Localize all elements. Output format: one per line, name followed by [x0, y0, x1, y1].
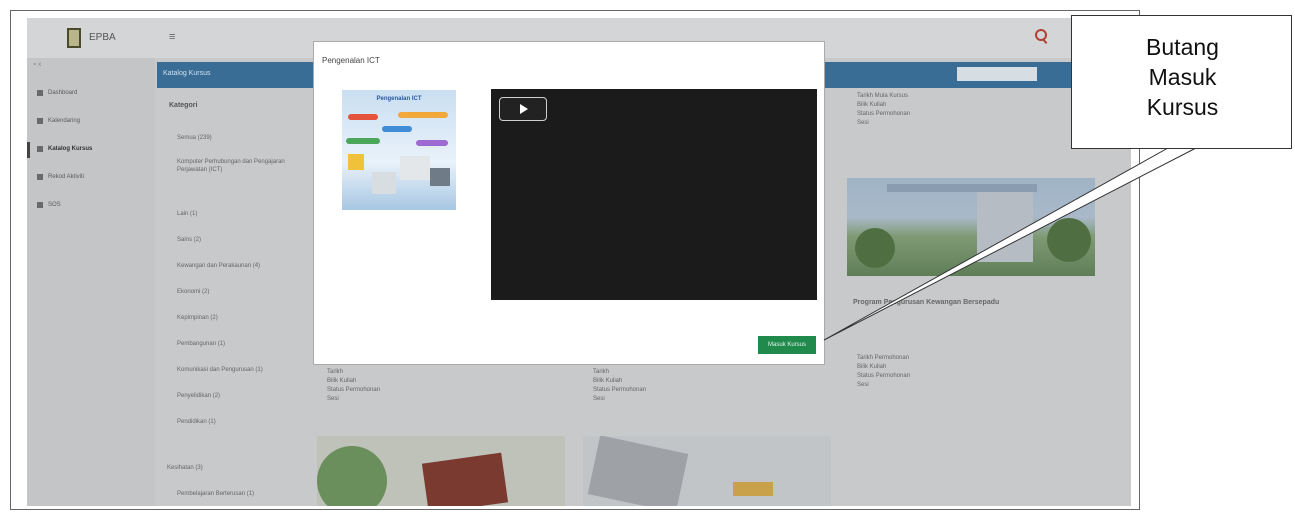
play-icon[interactable]: [499, 97, 547, 121]
course-card-info: Tarikh Bilik Kuliah Status Permohonan Se…: [327, 368, 380, 404]
category-item[interactable]: Sains (2): [177, 236, 287, 244]
sidebar-item-dashboard[interactable]: Dashboard: [37, 90, 77, 96]
record-icon: [37, 174, 43, 180]
info-line: Bilik Kuliah: [857, 364, 887, 370]
category-item[interactable]: Semua (239): [177, 134, 287, 142]
home-icon: [37, 90, 43, 96]
enter-course-button[interactable]: Masuk Kursus: [758, 336, 816, 354]
course-image-campus[interactable]: [847, 178, 1095, 276]
category-item[interactable]: Pembelajaran Berterusan (1): [177, 490, 287, 498]
image-paper: [587, 436, 689, 506]
catalog-icon: [37, 146, 43, 152]
info-line: Tarikh: [327, 369, 344, 375]
info-line: Bilik Kuliah: [857, 102, 887, 108]
category-item[interactable]: Komputer Perhubungan dan Pengajaran Perj…: [177, 158, 287, 174]
thumbnail-tag: [398, 112, 448, 118]
course-preview-modal: Pengenalan ICT Pengenalan ICT Masuk Kurs…: [313, 41, 825, 365]
category-item[interactable]: Penyelidikan (2): [177, 392, 287, 400]
sidebar-active-indicator: [27, 142, 30, 158]
category-item[interactable]: Kesihatan (3): [167, 464, 277, 472]
course-card-info: Tarikh Permohonan Bilik Kuliah Status Pe…: [857, 354, 910, 390]
course-card-title[interactable]: Program Pengurusan Kewangan Bersepadu: [853, 298, 1093, 307]
sidebar-item-kalendaring[interactable]: Kalendaring: [37, 118, 80, 124]
categories-heading: Kategori: [169, 102, 198, 109]
thumbnail-tile: [400, 156, 430, 180]
image-object: [733, 482, 773, 496]
info-line: Tarikh: [593, 369, 610, 375]
info-line: Sesi: [593, 396, 605, 402]
image-shape: [317, 446, 387, 506]
brand-name: EPBA: [89, 32, 116, 43]
course-card-info: Tarikh Bilik Kuliah Status Permohonan Se…: [593, 368, 646, 404]
video-player[interactable]: [491, 89, 817, 300]
info-line: Sesi: [857, 382, 869, 388]
sos-icon: [37, 202, 43, 208]
sidebar-toggle[interactable]: = x: [33, 62, 41, 68]
info-line: Status Permohonan: [327, 387, 381, 393]
thumbnail-tile: [430, 168, 450, 186]
menu-toggle-icon[interactable]: ≡: [169, 31, 175, 43]
category-item[interactable]: Kewangan dan Perakaunan (4): [177, 262, 287, 270]
info-line: Status Permohonan: [857, 373, 911, 379]
sidebar-item-sos[interactable]: SOS: [37, 202, 61, 208]
sidebar-item-label: Dashboard: [48, 90, 78, 96]
search-icon[interactable]: [1035, 29, 1047, 41]
thumbnail-tag: [346, 138, 380, 144]
thumbnail-tile: [348, 154, 364, 170]
info-line: Bilik Kuliah: [327, 378, 357, 384]
sidebar: [27, 58, 155, 506]
info-line: Tarikh Permohonan: [857, 355, 910, 361]
category-item[interactable]: Pembangunan (1): [177, 340, 287, 348]
page-title: Katalog Kursus: [163, 70, 211, 77]
thumbnail-tile: [372, 172, 396, 194]
thumbnail-tag: [416, 140, 448, 146]
info-line: Tarikh Mula Kursus: [857, 93, 909, 99]
thumbnail-tag: [382, 126, 412, 132]
sidebar-item-rekod[interactable]: Rekod Aktiviti: [37, 174, 84, 180]
sidebar-item-label: Rekod Aktiviti: [48, 174, 85, 180]
callout-box: Butang Masuk Kursus: [1071, 15, 1292, 149]
logo-icon: [67, 28, 81, 48]
callout-text: Butang Masuk Kursus: [1146, 34, 1219, 120]
sidebar-item-label: Kalendaring: [48, 118, 81, 124]
category-item[interactable]: Lain (1): [177, 210, 287, 218]
sidebar-item-label: Katalog Kursus: [48, 146, 93, 152]
image-tree: [1047, 218, 1091, 262]
modal-title: Pengenalan ICT: [322, 56, 380, 65]
image-building: [977, 192, 1033, 262]
thumbnail-title: Pengenalan ICT: [376, 96, 422, 102]
thumbnail-tag: [348, 114, 378, 120]
sidebar-item-label: SOS: [48, 202, 61, 208]
image-tree: [855, 228, 895, 268]
course-card-info: Tarikh Mula Kursus Bilik Kuliah Status P…: [857, 92, 910, 128]
category-item[interactable]: Ekonomi (2): [177, 288, 287, 296]
info-line: Bilik Kuliah: [593, 378, 623, 384]
category-item[interactable]: Pendidikan (1): [177, 418, 287, 426]
course-image-books[interactable]: [317, 436, 565, 506]
course-image-desk[interactable]: [583, 436, 831, 506]
category-item[interactable]: Kepimpinan (2): [177, 314, 287, 322]
info-line: Sesi: [327, 396, 339, 402]
info-line: Status Permohonan: [857, 111, 911, 117]
image-banner: [887, 184, 1037, 192]
course-thumbnail: Pengenalan ICT: [342, 90, 456, 210]
catalog-search-input[interactable]: [957, 67, 1037, 81]
info-line: Status Permohonan: [593, 387, 647, 393]
category-item[interactable]: Komunikasi dan Pengurusan (1): [177, 366, 287, 374]
calendar-icon: [37, 118, 43, 124]
sidebar-item-katalog[interactable]: Katalog Kursus: [37, 146, 92, 152]
image-book: [421, 452, 509, 506]
info-line: Sesi: [857, 120, 869, 126]
